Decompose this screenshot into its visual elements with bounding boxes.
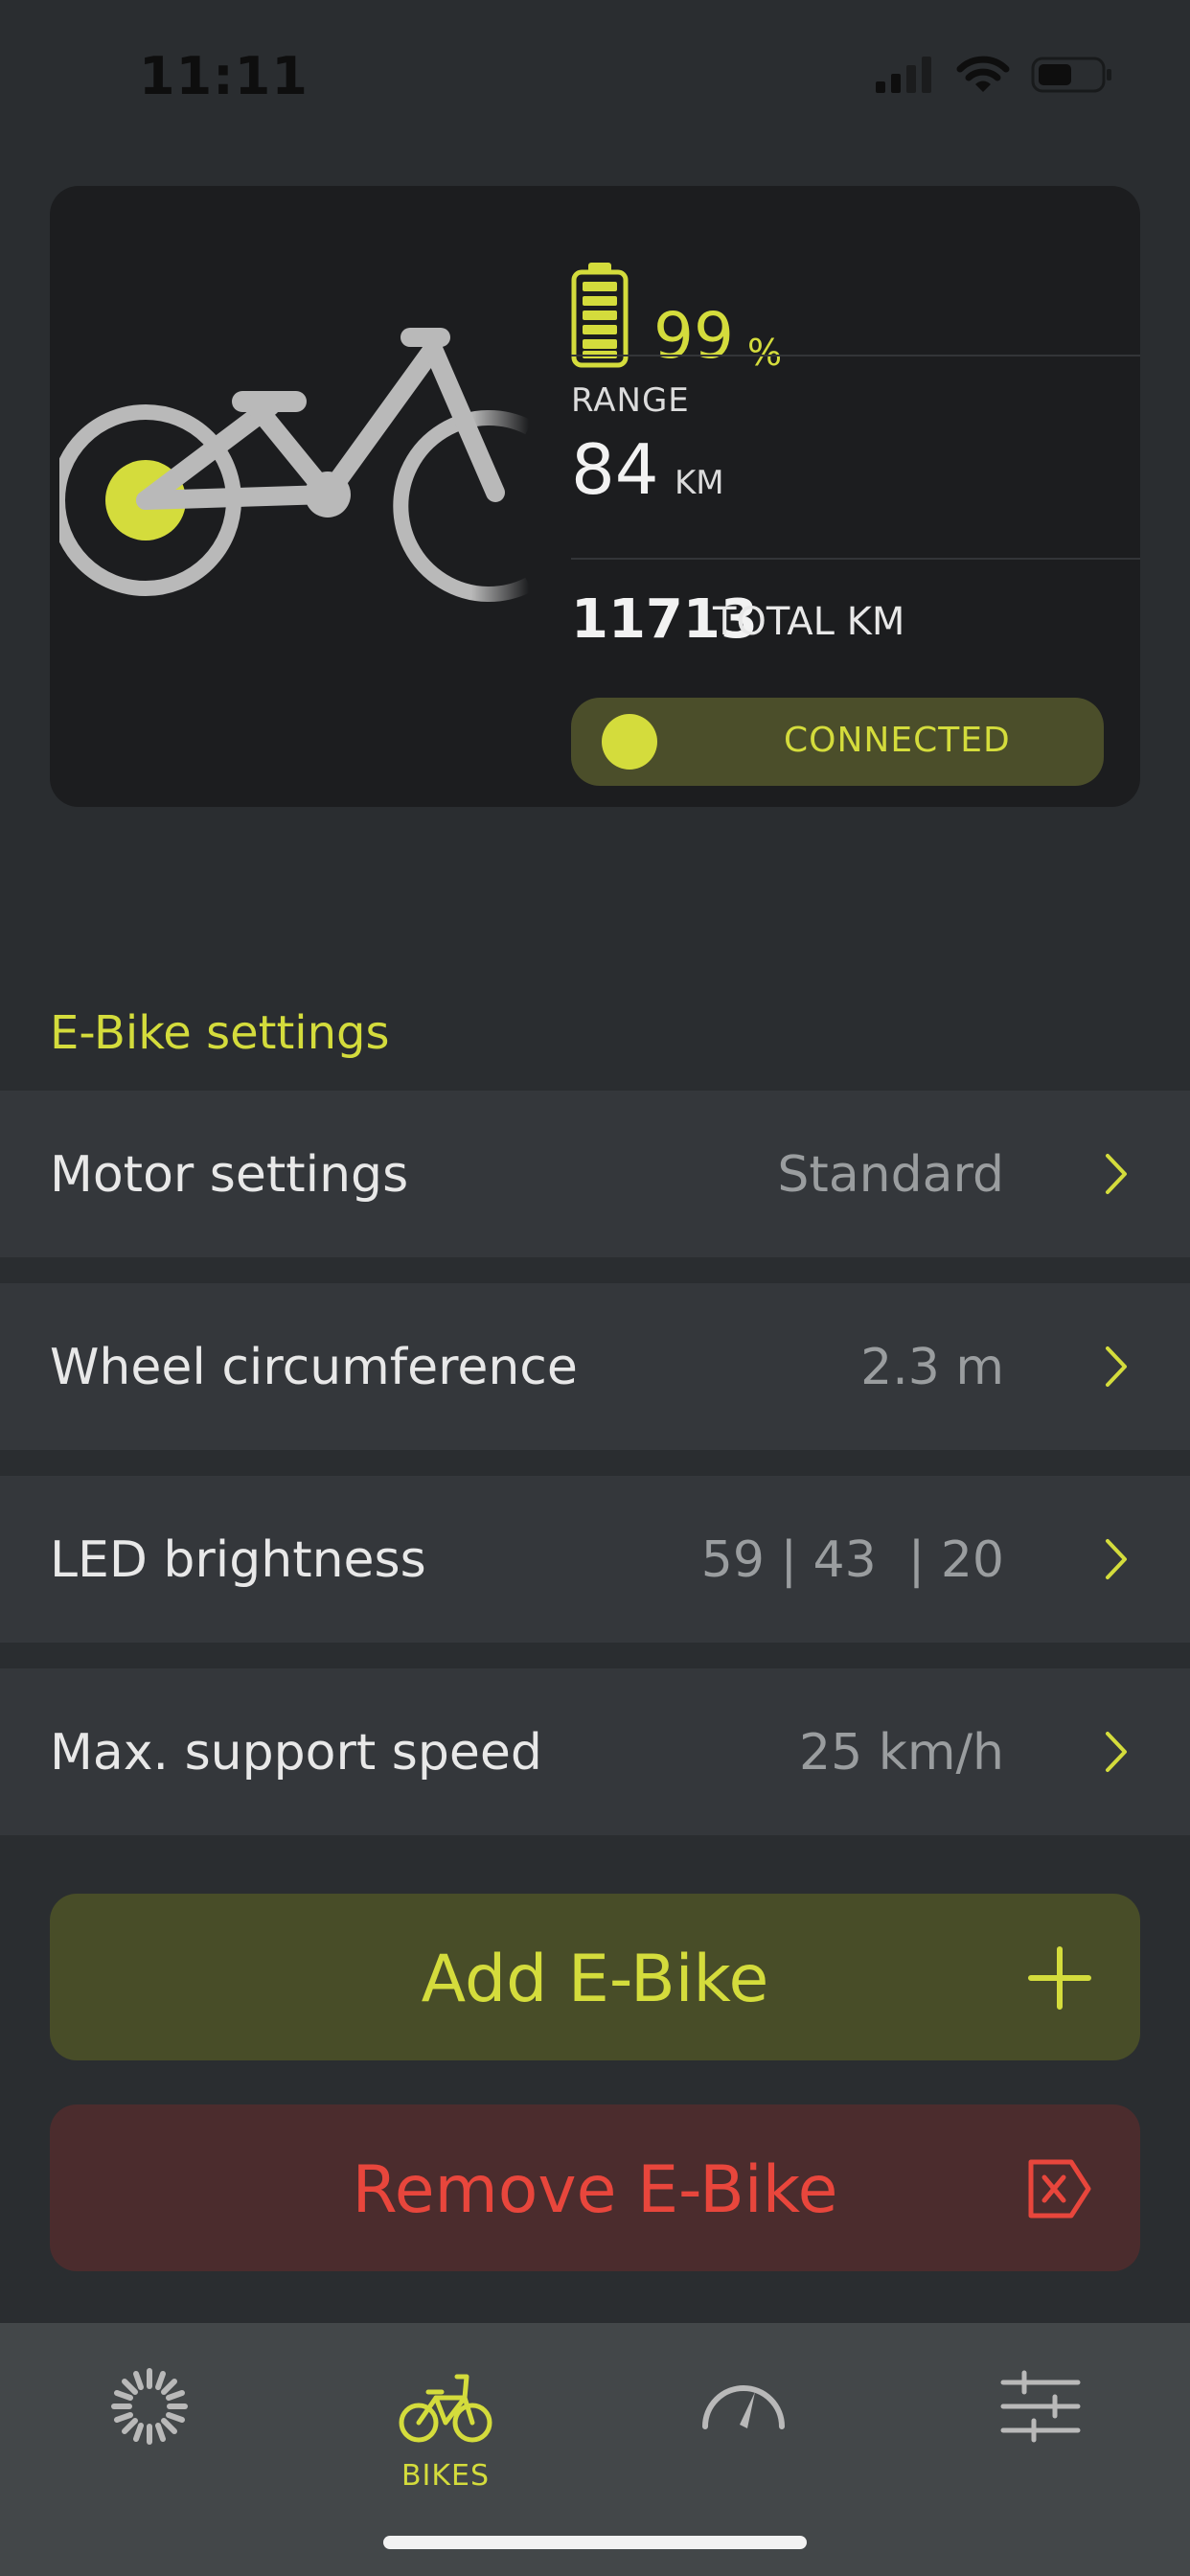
chevron-right-icon (1106, 1539, 1127, 1579)
signal-icon (876, 57, 931, 93)
delete-tag-icon (1028, 2159, 1091, 2219)
status-icons (876, 56, 1113, 94)
row-value: 59 | 43 | 20 (700, 1531, 1004, 1589)
bike-status-card: 99 % RANGE 84 KM 11713 TOTAL KM CONNECTE… (50, 186, 1140, 807)
status-bar: 11:11 (0, 0, 1190, 153)
home-indicator[interactable] (383, 2536, 807, 2549)
loading-icon (111, 2368, 188, 2445)
battery-value: 99 (653, 299, 734, 373)
row-value: Standard (777, 1146, 1004, 1204)
settings-row-motor[interactable]: Motor settings Standard (0, 1091, 1190, 1257)
battery-status-icon (1031, 57, 1111, 93)
row-value: 25 km/h (799, 1724, 1004, 1782)
chevron-right-icon (1106, 1346, 1127, 1387)
settings-row-wheel-circumference[interactable]: Wheel circumference 2.3 m (0, 1283, 1190, 1450)
wifi-icon (956, 56, 1010, 92)
tab-speedometer[interactable] (648, 2344, 839, 2497)
chevron-right-icon (1106, 1732, 1127, 1772)
battery-unit: % (746, 332, 783, 374)
add-ebike-button[interactable]: Add E-Bike (50, 1894, 1140, 2060)
speedometer-icon (702, 2385, 785, 2429)
status-time: 11:11 (139, 46, 309, 106)
tab-settings[interactable] (945, 2344, 1136, 2497)
plus-icon (1028, 1946, 1091, 2010)
card-divider (571, 355, 1140, 356)
bike-icon (399, 2374, 492, 2443)
section-title: E-Bike settings (50, 1006, 390, 1060)
chevron-right-icon (1106, 1154, 1127, 1194)
add-ebike-label: Add E-Bike (421, 1942, 769, 2017)
row-label: Motor settings (50, 1146, 409, 1204)
settings-row-max-support-speed[interactable]: Max. support speed 25 km/h (0, 1668, 1190, 1835)
battery-level-icon (571, 263, 629, 368)
connection-status-badge[interactable]: CONNECTED (571, 698, 1104, 786)
row-label: Wheel circumference (50, 1339, 578, 1396)
tab-label: BIKES (400, 2459, 491, 2493)
range-label: RANGE (571, 381, 690, 420)
row-label: Max. support speed (50, 1724, 542, 1782)
settings-row-led-brightness[interactable]: LED brightness 59 | 43 | 20 (0, 1476, 1190, 1643)
tab-bikes[interactable]: BIKES (350, 2344, 541, 2497)
total-km-label: TOTAL KM (713, 600, 905, 644)
remove-ebike-label: Remove E-Bike (352, 2152, 838, 2228)
remove-ebike-button[interactable]: Remove E-Bike (50, 2104, 1140, 2271)
battery-row: 99 % (571, 224, 782, 374)
card-divider (571, 558, 1140, 560)
range-value: 84 (571, 429, 659, 510)
sliders-icon (1000, 2370, 1081, 2443)
range-unit: KM (675, 464, 724, 502)
connection-status-label: CONNECTED (784, 721, 1011, 760)
row-label: LED brightness (50, 1531, 426, 1589)
tab-dashboard[interactable] (54, 2344, 245, 2497)
row-value: 2.3 m (860, 1339, 1004, 1396)
bike-illustration-icon (59, 328, 533, 602)
connection-dot-icon (602, 714, 657, 770)
